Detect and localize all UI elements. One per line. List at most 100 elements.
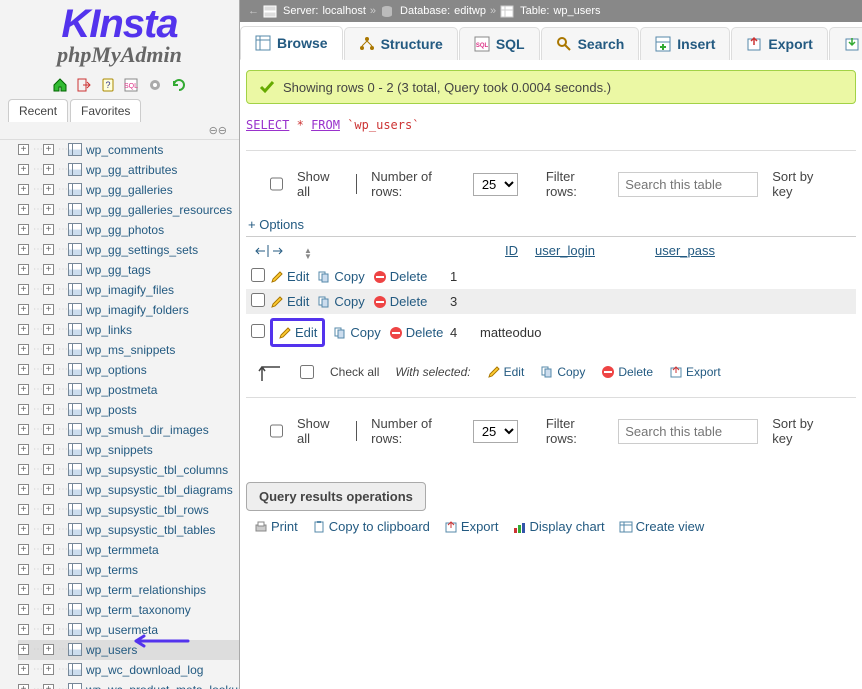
row-delete[interactable]: Delete xyxy=(373,269,428,284)
col-header-pass[interactable]: user_pass xyxy=(655,243,856,258)
expand-icon[interactable]: + xyxy=(43,524,54,535)
bulk-copy[interactable]: Copy xyxy=(540,365,585,379)
row-delete[interactable]: Delete xyxy=(373,294,428,309)
tree-item-wp_ms_snippets[interactable]: +⋯+⋯wp_ms_snippets xyxy=(18,340,239,360)
row-copy[interactable]: Copy xyxy=(333,325,380,340)
gear-icon[interactable] xyxy=(147,77,163,93)
expand-icon[interactable]: + xyxy=(18,424,29,435)
show-all-checkbox-2[interactable] xyxy=(270,424,283,438)
expand-icon[interactable]: + xyxy=(43,544,54,555)
expand-icon[interactable]: + xyxy=(43,304,54,315)
tree-item-wp_users[interactable]: +⋯+⋯wp_users xyxy=(18,640,239,660)
qro-export[interactable]: Export xyxy=(444,519,499,534)
row-checkbox[interactable] xyxy=(251,268,265,282)
tab-search[interactable]: Search xyxy=(541,27,640,60)
reload-icon[interactable] xyxy=(171,77,187,93)
expand-icon[interactable]: + xyxy=(43,244,54,255)
expand-icon[interactable]: + xyxy=(43,624,54,635)
expand-icon[interactable]: + xyxy=(43,224,54,235)
tab-browse[interactable]: Browse xyxy=(240,26,343,60)
favorites-tab[interactable]: Favorites xyxy=(70,99,141,122)
check-all-checkbox[interactable] xyxy=(300,365,314,379)
expand-icon[interactable]: + xyxy=(43,144,54,155)
expand-icon[interactable]: + xyxy=(18,304,29,315)
qro-view[interactable]: Create view xyxy=(619,519,705,534)
expand-icon[interactable]: + xyxy=(43,444,54,455)
tab-export[interactable]: Export xyxy=(731,27,827,60)
expand-icon[interactable]: + xyxy=(43,584,54,595)
bulk-delete[interactable]: Delete xyxy=(601,365,653,379)
row-copy[interactable]: Copy xyxy=(317,269,364,284)
row-checkbox[interactable] xyxy=(251,293,265,307)
expand-icon[interactable]: + xyxy=(43,604,54,615)
options-link[interactable]: + Options xyxy=(246,217,306,236)
tree-item-wp_postmeta[interactable]: +⋯+⋯wp_postmeta xyxy=(18,380,239,400)
tree-item-wp_snippets[interactable]: +⋯+⋯wp_snippets xyxy=(18,440,239,460)
qro-print[interactable]: Print xyxy=(254,519,298,534)
expand-icon[interactable]: + xyxy=(18,184,29,195)
row-delete[interactable]: Delete xyxy=(389,325,444,340)
tab-insert[interactable]: Insert xyxy=(640,27,730,60)
expand-icon[interactable]: + xyxy=(43,404,54,415)
expand-icon[interactable]: + xyxy=(18,144,29,155)
filter-input-2[interactable] xyxy=(618,419,758,444)
tree-item-wp_supsystic_tbl_rows[interactable]: +⋯+⋯wp_supsystic_tbl_rows xyxy=(18,500,239,520)
bc-table[interactable]: wp_users xyxy=(553,5,600,17)
expand-icon[interactable]: + xyxy=(43,164,54,175)
expand-icon[interactable]: + xyxy=(43,324,54,335)
num-rows-select-2[interactable]: 25 xyxy=(473,420,518,443)
expand-icon[interactable]: + xyxy=(18,524,29,535)
tab-sql[interactable]: SQLSQL xyxy=(459,27,540,60)
expand-icon[interactable]: + xyxy=(18,544,29,555)
expand-icon[interactable]: + xyxy=(18,644,29,655)
expand-icon[interactable]: + xyxy=(18,504,29,515)
tree-item-wp_options[interactable]: +⋯+⋯wp_options xyxy=(18,360,239,380)
tree-item-wp_gg_photos[interactable]: +⋯+⋯wp_gg_photos xyxy=(18,220,239,240)
exit-icon[interactable] xyxy=(76,77,92,93)
expand-icon[interactable]: + xyxy=(18,244,29,255)
collapse-icon[interactable]: ⊖⊖ xyxy=(0,122,239,139)
expand-icon[interactable]: + xyxy=(18,444,29,455)
expand-icon[interactable]: + xyxy=(43,384,54,395)
tree-item-wp_gg_galleries_resources[interactable]: +⋯+⋯wp_gg_galleries_resources xyxy=(18,200,239,220)
tree-item-wp_imagify_files[interactable]: +⋯+⋯wp_imagify_files xyxy=(18,280,239,300)
row-edit[interactable]: Edit xyxy=(270,294,309,309)
row-edit[interactable]: Edit xyxy=(270,269,309,284)
tree-item-wp_comments[interactable]: +⋯+⋯wp_comments xyxy=(18,140,239,160)
expand-icon[interactable]: + xyxy=(18,204,29,215)
tree-item-wp_supsystic_tbl_diagrams[interactable]: +⋯+⋯wp_supsystic_tbl_diagrams xyxy=(18,480,239,500)
expand-icon[interactable]: + xyxy=(18,164,29,175)
expand-icon[interactable]: + xyxy=(18,264,29,275)
bc-server[interactable]: localhost xyxy=(322,5,365,17)
expand-icon[interactable]: + xyxy=(18,484,29,495)
tree-item-wp_term_relationships[interactable]: +⋯+⋯wp_term_relationships xyxy=(18,580,239,600)
expand-icon[interactable]: + xyxy=(18,364,29,375)
tree-item-wp_smush_dir_images[interactable]: +⋯+⋯wp_smush_dir_images xyxy=(18,420,239,440)
tree-item-wp_gg_tags[interactable]: +⋯+⋯wp_gg_tags xyxy=(18,260,239,280)
qro-copy[interactable]: Copy to clipboard xyxy=(312,519,430,534)
expand-icon[interactable]: + xyxy=(18,604,29,615)
expand-icon[interactable]: + xyxy=(43,644,54,655)
expand-icon[interactable]: + xyxy=(43,264,54,275)
tree-item-wp_terms[interactable]: +⋯+⋯wp_terms xyxy=(18,560,239,580)
tree-item-wp_termmeta[interactable]: +⋯+⋯wp_termmeta xyxy=(18,540,239,560)
expand-icon[interactable]: + xyxy=(18,664,29,675)
expand-icon[interactable]: + xyxy=(18,344,29,355)
tree-item-wp_usermeta[interactable]: +⋯+⋯wp_usermeta xyxy=(18,620,239,640)
tree-item-wp_gg_settings_sets[interactable]: +⋯+⋯wp_gg_settings_sets xyxy=(18,240,239,260)
col-header-id[interactable]: ID xyxy=(505,243,535,258)
expand-icon[interactable]: + xyxy=(43,464,54,475)
tree-item-wp_links[interactable]: +⋯+⋯wp_links xyxy=(18,320,239,340)
sql-icon[interactable]: SQL xyxy=(123,77,139,93)
expand-icon[interactable]: + xyxy=(43,184,54,195)
expand-icon[interactable]: + xyxy=(43,564,54,575)
recent-tab[interactable]: Recent xyxy=(8,99,68,122)
home-icon[interactable] xyxy=(52,77,68,93)
col-header-login[interactable]: user_login xyxy=(535,243,655,258)
expand-icon[interactable]: + xyxy=(43,664,54,675)
expand-icon[interactable]: + xyxy=(43,424,54,435)
show-all-checkbox[interactable] xyxy=(270,177,283,191)
tree-item-wp_supsystic_tbl_tables[interactable]: +⋯+⋯wp_supsystic_tbl_tables xyxy=(18,520,239,540)
expand-icon[interactable]: + xyxy=(18,464,29,475)
expand-icon[interactable]: + xyxy=(18,284,29,295)
